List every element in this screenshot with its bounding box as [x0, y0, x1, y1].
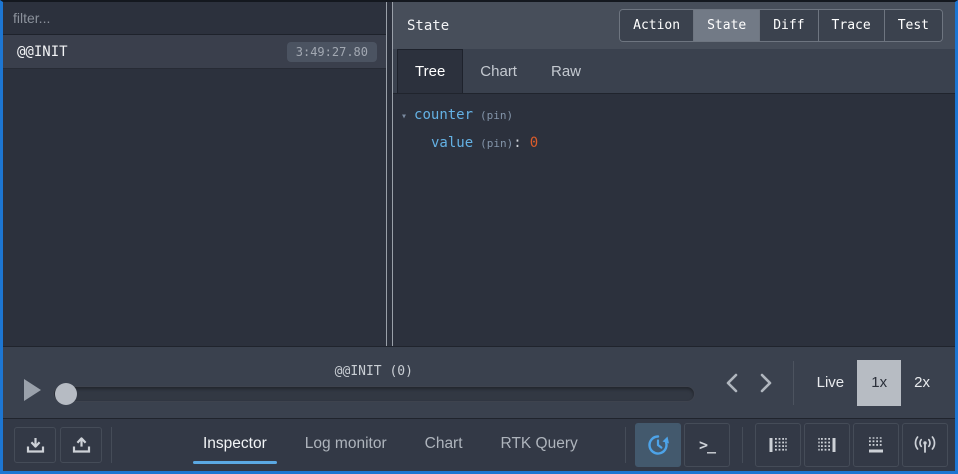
tree-node-value[interactable]: value (pin): 0: [431, 135, 955, 163]
dock-left-icon: [768, 435, 788, 455]
slider-column: @@INIT (0): [53, 364, 695, 402]
action-list-panel: @@INIT 3:49:27.80: [3, 2, 386, 346]
playback-controls: Live 1x 2x: [715, 360, 943, 406]
tree-separator: :: [513, 135, 521, 151]
import-export-group: [14, 427, 102, 463]
action-list-empty-area: [3, 69, 386, 346]
tab-action[interactable]: Action: [620, 10, 693, 41]
inspector-header: State Action State Diff Trace Test: [393, 2, 955, 49]
expander-arrow-icon[interactable]: ▾: [401, 111, 407, 122]
dock-right-icon: [817, 435, 837, 455]
dock-bottom-button[interactable]: [853, 423, 899, 467]
tab-trace[interactable]: Trace: [818, 10, 884, 41]
divider: [625, 427, 626, 463]
redux-devtools-window: @@INIT 3:49:27.80 State Action State Dif…: [0, 0, 958, 474]
step-back-button[interactable]: [715, 363, 749, 403]
divider: [111, 427, 112, 463]
subtab-chart[interactable]: Chart: [463, 49, 534, 93]
filter-input[interactable]: [3, 2, 386, 34]
recording-timer-icon: [646, 433, 670, 457]
dock-bottom-icon: [866, 435, 886, 455]
export-icon: [72, 436, 91, 454]
speed-2x-button[interactable]: 2x: [901, 360, 943, 406]
footer-actions: >_: [635, 423, 948, 467]
import-button[interactable]: [14, 427, 56, 463]
tab-rtk-query[interactable]: RTK Query: [499, 426, 580, 464]
divider: [793, 361, 794, 405]
chevron-left-icon: [726, 373, 738, 393]
playback-left: @@INIT (0): [3, 364, 695, 402]
tab-log-monitor[interactable]: Log monitor: [303, 426, 389, 464]
step-forward-button[interactable]: [749, 363, 783, 403]
state-inspector-panel: State Action State Diff Trace Test Tree …: [393, 2, 955, 346]
speed-1x-button[interactable]: 1x: [857, 360, 901, 406]
playback-bar: @@INIT (0) Live 1x 2x: [3, 346, 955, 418]
subtab-bar: Tree Chart Raw: [393, 49, 955, 94]
panel-title: State: [407, 18, 449, 34]
tab-chart[interactable]: Chart: [423, 426, 465, 464]
main-area: @@INIT 3:49:27.80 State Action State Dif…: [3, 2, 955, 346]
dock-left-button[interactable]: [755, 423, 801, 467]
divider: [742, 427, 743, 463]
state-tree: ▾ counter (pin) value (pin): 0: [393, 94, 955, 346]
monitor-tabs: Inspector Log monitor Chart RTK Query: [201, 426, 580, 464]
remote-button[interactable]: [902, 423, 948, 467]
play-icon[interactable]: [24, 379, 41, 401]
dispatcher-button[interactable]: >_: [684, 423, 730, 467]
export-button[interactable]: [60, 427, 102, 463]
chevron-right-icon: [760, 373, 772, 393]
dock-right-button[interactable]: [804, 423, 850, 467]
tree-value: 0: [530, 135, 538, 151]
filter-row: [3, 2, 386, 35]
recording-timer-button[interactable]: [635, 423, 681, 467]
import-icon: [26, 436, 45, 454]
action-timestamp: 3:49:27.80: [287, 42, 377, 62]
tree-key: value: [431, 135, 473, 151]
dispatcher-icon: >_: [699, 436, 715, 454]
slider-thumb[interactable]: [55, 383, 77, 405]
timeline-slider[interactable]: [53, 386, 695, 402]
tab-test[interactable]: Test: [884, 10, 942, 41]
remote-icon: [912, 435, 938, 455]
panel-resizer[interactable]: [386, 2, 393, 346]
inspector-tab-group: Action State Diff Trace Test: [619, 9, 943, 42]
action-name: @@INIT: [17, 44, 68, 60]
tab-state[interactable]: State: [693, 10, 759, 41]
tree-meta: (pin): [480, 137, 513, 150]
live-button[interactable]: Live: [804, 360, 858, 406]
action-list-item-init[interactable]: @@INIT 3:49:27.80: [3, 35, 386, 69]
tab-diff[interactable]: Diff: [759, 10, 817, 41]
tree-key: counter: [414, 107, 473, 123]
tab-inspector[interactable]: Inspector: [201, 426, 269, 464]
tree-node-counter[interactable]: ▾ counter (pin): [401, 107, 955, 135]
current-action-label: @@INIT (0): [53, 364, 695, 379]
subtab-raw[interactable]: Raw: [534, 49, 598, 93]
subtab-tree[interactable]: Tree: [397, 49, 463, 93]
footer-bar: Inspector Log monitor Chart RTK Query >_: [3, 418, 955, 471]
tree-meta: (pin): [480, 109, 513, 122]
